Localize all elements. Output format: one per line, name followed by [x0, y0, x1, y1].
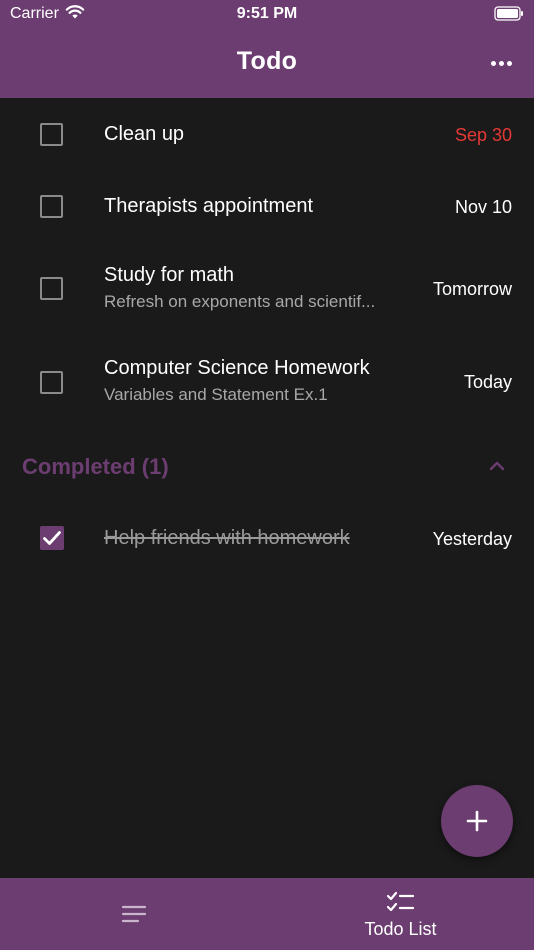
more-horizontal-icon — [490, 60, 496, 66]
todo-checkbox[interactable] — [40, 277, 63, 300]
todo-checkbox[interactable] — [40, 123, 63, 146]
bottom-navigation: Todo List — [0, 878, 534, 950]
todo-subtitle: Variables and Statement Ex.1 — [104, 385, 328, 404]
add-todo-button[interactable] — [441, 785, 513, 857]
todo-checkbox[interactable] — [40, 371, 63, 394]
todo-title: Clean up — [104, 123, 185, 145]
todo-list: Clean up Sep 30 Therapists appointment N… — [0, 98, 534, 426]
more-options-button[interactable] — [484, 48, 518, 78]
checklist-icon — [386, 891, 414, 912]
todo-due-date: Sep 30 — [454, 125, 512, 145]
todo-item[interactable]: Study for math Refresh on exponents and … — [0, 242, 534, 334]
todo-checkbox-checked[interactable] — [40, 526, 64, 550]
completed-todo-item[interactable]: Help friends with homework Yesterday — [0, 504, 534, 572]
todo-title: Help friends with homework — [104, 527, 350, 549]
todo-title: Therapists appointment — [104, 195, 314, 217]
nav-item-todo-list[interactable]: Todo List — [267, 878, 534, 950]
top-app-bar: Carrier 9:51 PM Todo — [0, 0, 534, 98]
todo-subtitle: Refresh on exponents and scientif... — [104, 292, 376, 311]
todo-item[interactable]: Clean up Sep 30 — [0, 98, 534, 170]
status-time: 9:51 PM — [236, 5, 298, 22]
page-title: Todo — [236, 47, 298, 75]
menu-lines-icon — [121, 905, 146, 923]
todo-due-date: Tomorrow — [432, 279, 512, 299]
checkmark-icon — [43, 531, 61, 545]
todo-item[interactable]: Therapists appointment Nov 10 — [0, 170, 534, 242]
todo-due-date: Today — [463, 372, 512, 392]
todo-due-date: Yesterday — [432, 529, 512, 549]
todo-screen: Carrier 9:51 PM Todo Clean up Sep 30 The… — [0, 0, 534, 950]
todo-item[interactable]: Computer Science Homework Variables and … — [0, 334, 534, 426]
nav-item-menu[interactable] — [0, 878, 267, 950]
todo-title: Computer Science Homework — [104, 357, 370, 379]
chevron-up-icon[interactable] — [486, 455, 508, 477]
todo-checkbox[interactable] — [40, 195, 63, 218]
todo-due-date: Nov 10 — [454, 197, 512, 217]
todo-title: Study for math — [104, 264, 235, 286]
nav-item-label: Todo List — [364, 919, 437, 939]
completed-section-header[interactable]: Completed (1) — [0, 440, 534, 494]
status-bar: Carrier 9:51 PM — [0, 0, 534, 30]
completed-label: Completed (1) — [22, 454, 169, 479]
plus-icon — [466, 810, 488, 832]
battery-icon — [494, 6, 524, 26]
